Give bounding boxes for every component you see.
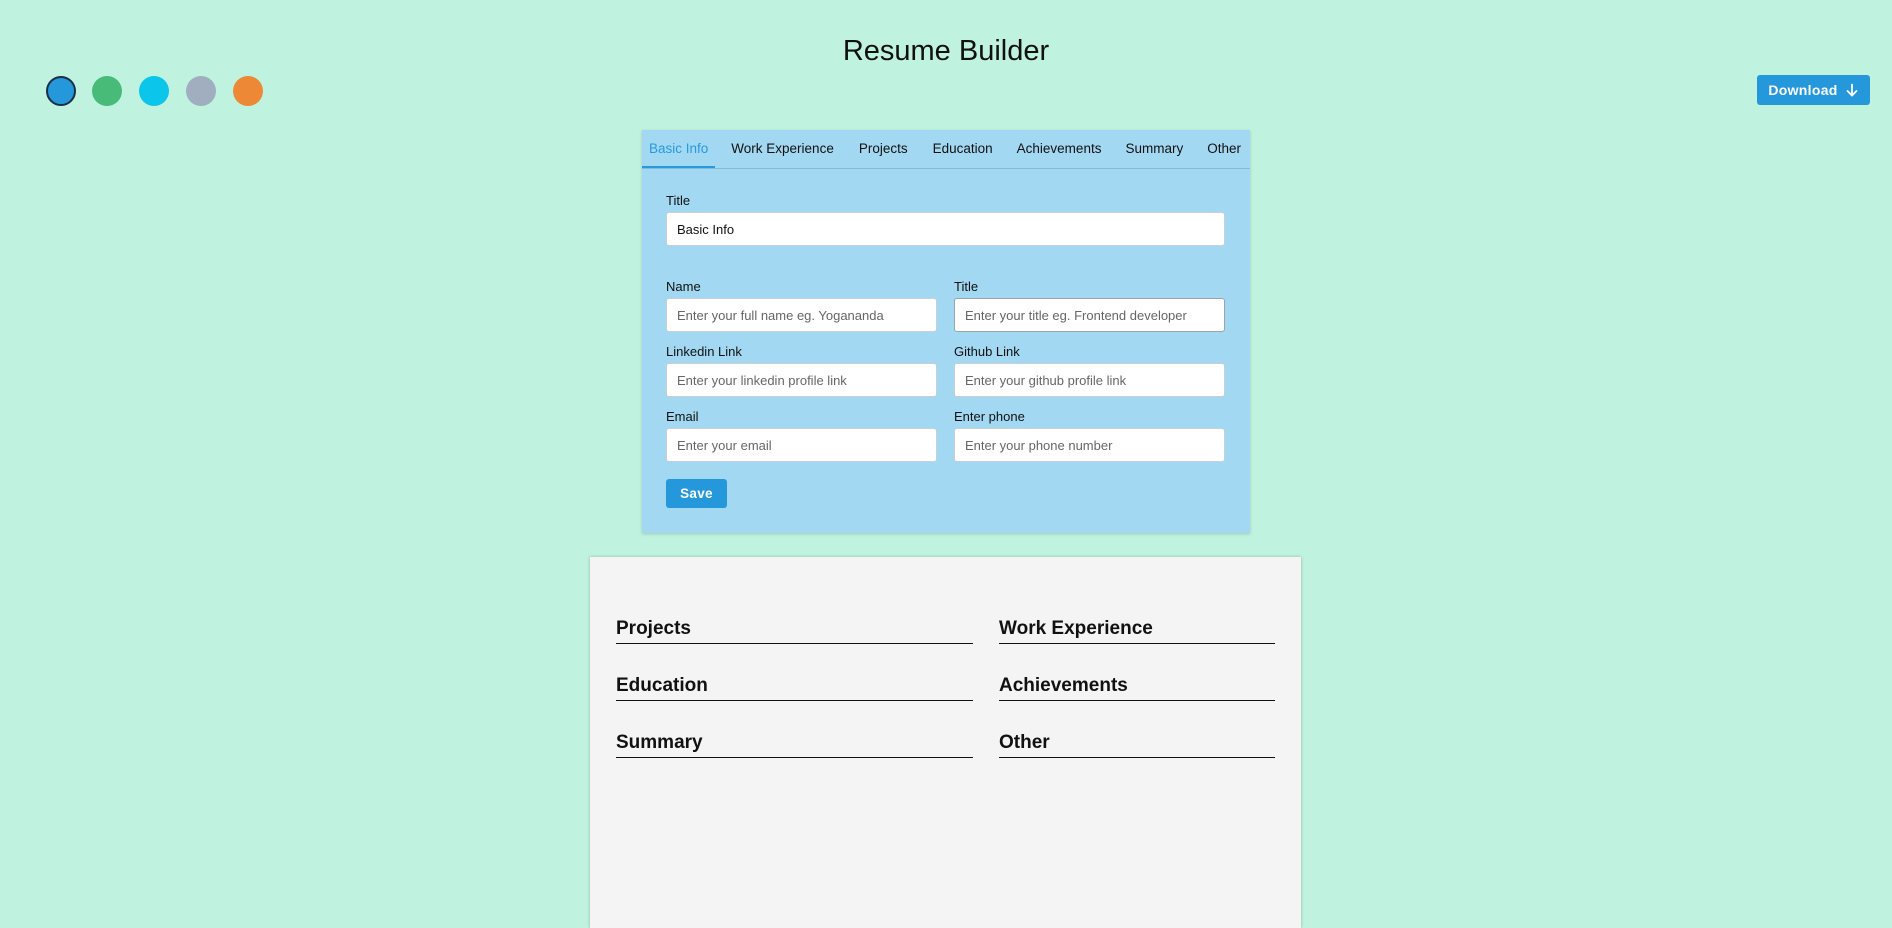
tab-other[interactable]: Other xyxy=(1199,130,1249,168)
phone-label: Enter phone xyxy=(954,409,1025,424)
job-title-label: Title xyxy=(954,279,979,294)
section-tabs: Basic Info Work Experience Projects Educ… xyxy=(642,130,1250,169)
save-button[interactable]: Save xyxy=(666,479,727,508)
github-label: Github Link xyxy=(954,344,1020,359)
theme-color-cyan[interactable] xyxy=(139,76,169,106)
preview-heading-achievements: Achievements xyxy=(999,674,1275,701)
email-input[interactable] xyxy=(666,428,937,462)
resume-preview: Projects Work Experience Education Achie… xyxy=(590,557,1301,928)
preview-heading-summary: Summary xyxy=(616,731,973,758)
linkedin-input[interactable] xyxy=(666,363,937,397)
job-title-input[interactable] xyxy=(954,298,1225,332)
email-label: Email xyxy=(666,409,699,424)
theme-color-gray[interactable] xyxy=(186,76,216,106)
github-input[interactable] xyxy=(954,363,1225,397)
download-button[interactable]: Download xyxy=(1757,75,1870,105)
preview-heading-projects: Projects xyxy=(616,617,973,644)
linkedin-label: Linkedin Link xyxy=(666,344,742,359)
theme-color-green[interactable] xyxy=(92,76,122,106)
theme-color-orange[interactable] xyxy=(233,76,263,106)
tab-work-experience[interactable]: Work Experience xyxy=(723,130,842,168)
name-input[interactable] xyxy=(666,298,937,332)
tab-basic-info[interactable]: Basic Info xyxy=(642,130,716,168)
theme-color-blue[interactable] xyxy=(46,76,76,106)
phone-input[interactable] xyxy=(954,428,1225,462)
arrow-down-icon xyxy=(1846,83,1858,97)
page-title: Resume Builder xyxy=(842,35,1050,68)
tab-education[interactable]: Education xyxy=(925,130,1001,168)
preview-heading-work-experience: Work Experience xyxy=(999,617,1275,644)
preview-heading-education: Education xyxy=(616,674,973,701)
section-title-input[interactable] xyxy=(666,212,1225,246)
preview-heading-other: Other xyxy=(999,731,1275,758)
section-title-label: Title xyxy=(666,193,691,208)
tab-achievements[interactable]: Achievements xyxy=(1009,130,1110,168)
tab-projects[interactable]: Projects xyxy=(851,130,916,168)
tab-summary[interactable]: Summary xyxy=(1117,130,1191,168)
name-label: Name xyxy=(666,279,701,294)
download-label: Download xyxy=(1768,82,1838,98)
editor-panel: Basic Info Work Experience Projects Educ… xyxy=(642,130,1250,533)
